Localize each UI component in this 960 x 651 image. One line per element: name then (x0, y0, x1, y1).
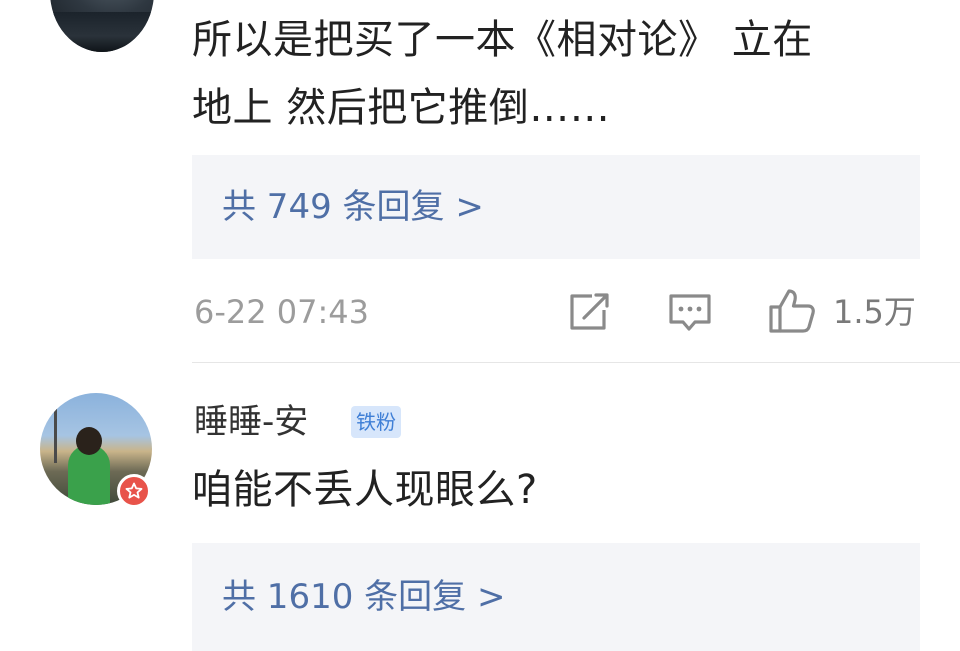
avatar-scenery (54, 403, 57, 463)
avatar-head (76, 427, 102, 455)
username[interactable]: 睡睡-安 (194, 399, 308, 445)
like-count: 1.5万 (833, 293, 916, 331)
avatar-scenery (50, 12, 154, 52)
fan-badge: 铁粉 (351, 406, 401, 438)
comment-feed: 所以是把买了一本《相对论》 立在 地上 然后把它推倒…… 共 749 条回复 > … (0, 0, 960, 651)
thumbs-up-icon[interactable] (767, 287, 817, 339)
comment-line-2: 地上 然后把它推倒…… (192, 85, 611, 131)
share-icon[interactable] (566, 290, 612, 338)
comment-divider (192, 362, 960, 363)
view-replies-button[interactable]: 共 749 条回复 > (192, 155, 920, 259)
comment-line-1: 所以是把买了一本《相对论》 立在 (192, 17, 813, 63)
comment-text: 所以是把买了一本《相对论》 立在 地上 然后把它推倒…… (192, 6, 912, 142)
vip-star-icon (117, 474, 151, 508)
comment-icon[interactable] (667, 292, 713, 338)
user-avatar[interactable] (50, 0, 154, 52)
comment-timestamp: 6-22 07:43 (194, 293, 370, 331)
view-replies-button[interactable]: 共 1610 条回复 > (192, 543, 920, 651)
comment-text: 咱能不丢人现眼么? (192, 467, 538, 513)
